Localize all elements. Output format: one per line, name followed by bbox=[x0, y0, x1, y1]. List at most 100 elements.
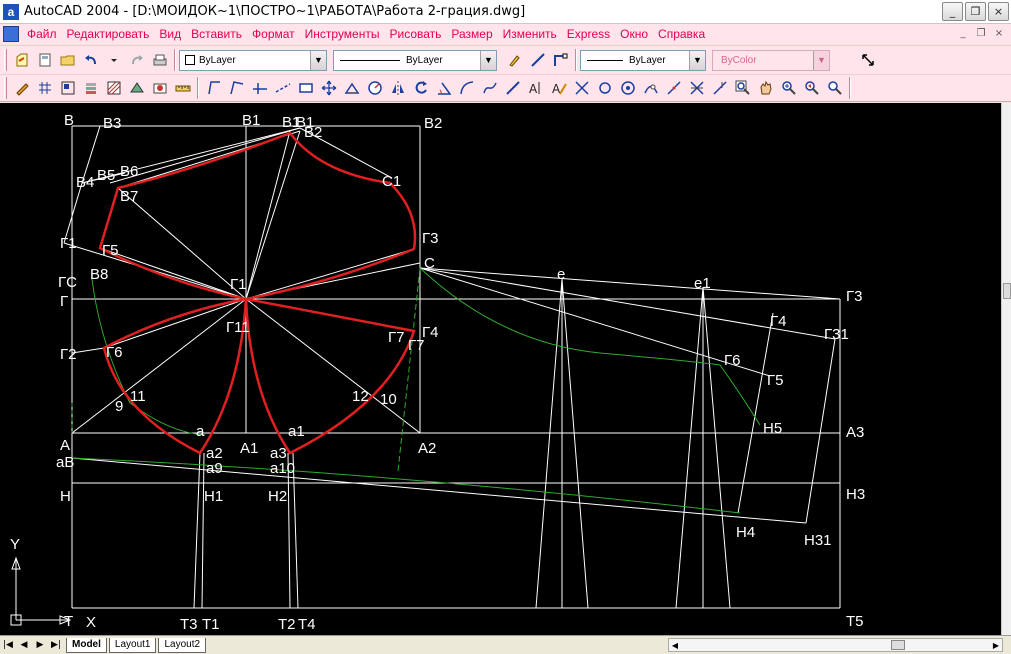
cad-drawing[interactable]: B B3 B1 B1 B1 B2 B2 C1 B5 B6 B4 B7 Г1 Г5… bbox=[0, 103, 1001, 635]
redo-icon[interactable] bbox=[125, 49, 148, 71]
plot-icon[interactable] bbox=[148, 49, 171, 71]
trim-icon[interactable] bbox=[685, 77, 708, 99]
svg-text:A: A bbox=[552, 82, 561, 96]
zoom-extents-icon[interactable] bbox=[823, 77, 846, 99]
doc-close-button[interactable]: × bbox=[991, 26, 1007, 41]
toolbar-grip[interactable] bbox=[4, 77, 7, 99]
scroll-right-icon[interactable]: ▶ bbox=[990, 639, 1002, 651]
menu-view[interactable]: Вид bbox=[154, 27, 186, 41]
move-icon[interactable] bbox=[317, 77, 340, 99]
doc-restore-button[interactable]: ❐ bbox=[973, 26, 989, 41]
menu-dimension[interactable]: Размер bbox=[446, 27, 497, 41]
tab-layout2[interactable]: Layout2 bbox=[158, 637, 207, 653]
document-icon[interactable] bbox=[3, 26, 19, 42]
layer-combo[interactable]: ByLayer ▼ bbox=[179, 49, 327, 71]
menu-edit[interactable]: Редактировать bbox=[62, 27, 155, 41]
linetype-combo[interactable]: ByLayer ▼ bbox=[333, 49, 497, 71]
line-a8-h31 bbox=[71, 457, 807, 524]
region-icon[interactable] bbox=[125, 77, 148, 99]
lineweight-combo[interactable]: ByLayer ▼ bbox=[580, 49, 706, 71]
menu-window[interactable]: Окно bbox=[615, 27, 653, 41]
vertical-scrollbar[interactable] bbox=[1001, 103, 1011, 635]
dart-e-left bbox=[535, 278, 563, 609]
horizontal-scroll-thumb[interactable] bbox=[891, 640, 905, 650]
block-icon[interactable] bbox=[56, 77, 79, 99]
label: T5 bbox=[846, 613, 864, 630]
menu-express[interactable]: Express bbox=[562, 27, 615, 41]
doc-minimize-button[interactable]: _ bbox=[955, 26, 971, 41]
menu-format[interactable]: Формат bbox=[247, 27, 300, 41]
angle-icon[interactable] bbox=[432, 77, 455, 99]
donut-icon[interactable] bbox=[616, 77, 639, 99]
stretch-icon[interactable] bbox=[340, 77, 363, 99]
menu-help[interactable]: Справка bbox=[653, 27, 710, 41]
break-icon[interactable] bbox=[662, 77, 685, 99]
line-tool-icon[interactable] bbox=[526, 49, 549, 71]
toolbar-grip[interactable] bbox=[4, 49, 7, 71]
measure-icon[interactable] bbox=[363, 77, 386, 99]
line-icon[interactable] bbox=[501, 77, 524, 99]
pan-icon[interactable] bbox=[754, 77, 777, 99]
rotate-icon[interactable] bbox=[409, 77, 432, 99]
chevron-down-icon[interactable]: ▼ bbox=[689, 50, 705, 70]
offset-icon[interactable] bbox=[639, 77, 662, 99]
mtext-icon[interactable]: A bbox=[524, 77, 547, 99]
vertical-scroll-thumb[interactable] bbox=[1003, 283, 1011, 299]
mirror-icon[interactable] bbox=[386, 77, 409, 99]
zoom-window-icon[interactable] bbox=[731, 77, 754, 99]
label: e1 bbox=[694, 275, 711, 292]
menu-tools[interactable]: Инструменты bbox=[300, 27, 385, 41]
spline-icon[interactable] bbox=[478, 77, 501, 99]
dashed-line-icon[interactable] bbox=[271, 77, 294, 99]
toolbar-separator bbox=[197, 77, 199, 99]
chevron-down-icon[interactable]: ▼ bbox=[310, 50, 326, 70]
tab-model[interactable]: Model bbox=[66, 637, 107, 653]
hatch-icon[interactable] bbox=[102, 77, 125, 99]
new-drawing-icon[interactable] bbox=[10, 49, 33, 71]
menu-insert[interactable]: Вставить bbox=[186, 27, 247, 41]
zoom-previous-icon[interactable] bbox=[800, 77, 823, 99]
plotstyle-combo: ByColor ▼ bbox=[712, 49, 830, 71]
ruler-icon[interactable] bbox=[171, 77, 194, 99]
chevron-down-icon[interactable]: ▼ bbox=[480, 50, 496, 70]
horizontal-scrollbar[interactable]: ◀ ▶ bbox=[668, 638, 1003, 652]
rectangle-icon[interactable] bbox=[294, 77, 317, 99]
menu-draw[interactable]: Рисовать bbox=[384, 27, 446, 41]
pencil-icon[interactable] bbox=[10, 77, 33, 99]
first-tab-icon[interactable]: |◀ bbox=[0, 638, 16, 653]
menu-file[interactable]: Файл bbox=[22, 27, 62, 41]
ray-icon[interactable] bbox=[225, 77, 248, 99]
circle-icon[interactable] bbox=[593, 77, 616, 99]
close-button[interactable]: × bbox=[988, 2, 1009, 21]
tab-layout1[interactable]: Layout1 bbox=[108, 637, 157, 653]
polyline-tool-icon[interactable] bbox=[549, 49, 572, 71]
layer-props-icon[interactable] bbox=[79, 77, 102, 99]
distance-measure-icon[interactable] bbox=[856, 49, 879, 71]
menu-modify[interactable]: Изменить bbox=[498, 27, 562, 41]
last-tab-icon[interactable]: ▶| bbox=[48, 638, 64, 653]
next-tab-icon[interactable]: ▶ bbox=[32, 638, 48, 653]
window-title: AutoCAD 2004 - [D:\МОИДОК~1\ПОСТРО~1\РАБ… bbox=[24, 4, 526, 19]
minimize-button[interactable]: _ bbox=[942, 2, 963, 21]
drawing-canvas[interactable]: B B3 B1 B1 B1 B2 B2 C1 B5 B6 B4 B7 Г1 Г5… bbox=[0, 103, 1001, 635]
zoom-realtime-icon[interactable] bbox=[777, 77, 800, 99]
construction-line-icon[interactable] bbox=[248, 77, 271, 99]
autocad-app-icon[interactable]: a bbox=[3, 3, 19, 20]
arc-icon[interactable] bbox=[455, 77, 478, 99]
erase-icon[interactable] bbox=[570, 77, 593, 99]
undo-dropdown-icon[interactable] bbox=[102, 49, 125, 71]
match-properties-icon[interactable] bbox=[503, 49, 526, 71]
text-edit-icon[interactable]: A bbox=[547, 77, 570, 99]
wipeout-icon[interactable] bbox=[148, 77, 171, 99]
qnew-icon[interactable] bbox=[33, 49, 56, 71]
scroll-left-icon[interactable]: ◀ bbox=[669, 639, 681, 651]
xline-icon[interactable] bbox=[202, 77, 225, 99]
extend-icon[interactable] bbox=[708, 77, 731, 99]
open-folder-icon[interactable] bbox=[56, 49, 79, 71]
restore-button[interactable]: ❐ bbox=[965, 2, 986, 21]
line-g1-g5 bbox=[99, 247, 247, 300]
grid-icon[interactable] bbox=[33, 77, 56, 99]
prev-tab-icon[interactable]: ◀ bbox=[16, 638, 32, 653]
undo-icon[interactable] bbox=[79, 49, 102, 71]
line-g31-h31 bbox=[805, 338, 836, 524]
